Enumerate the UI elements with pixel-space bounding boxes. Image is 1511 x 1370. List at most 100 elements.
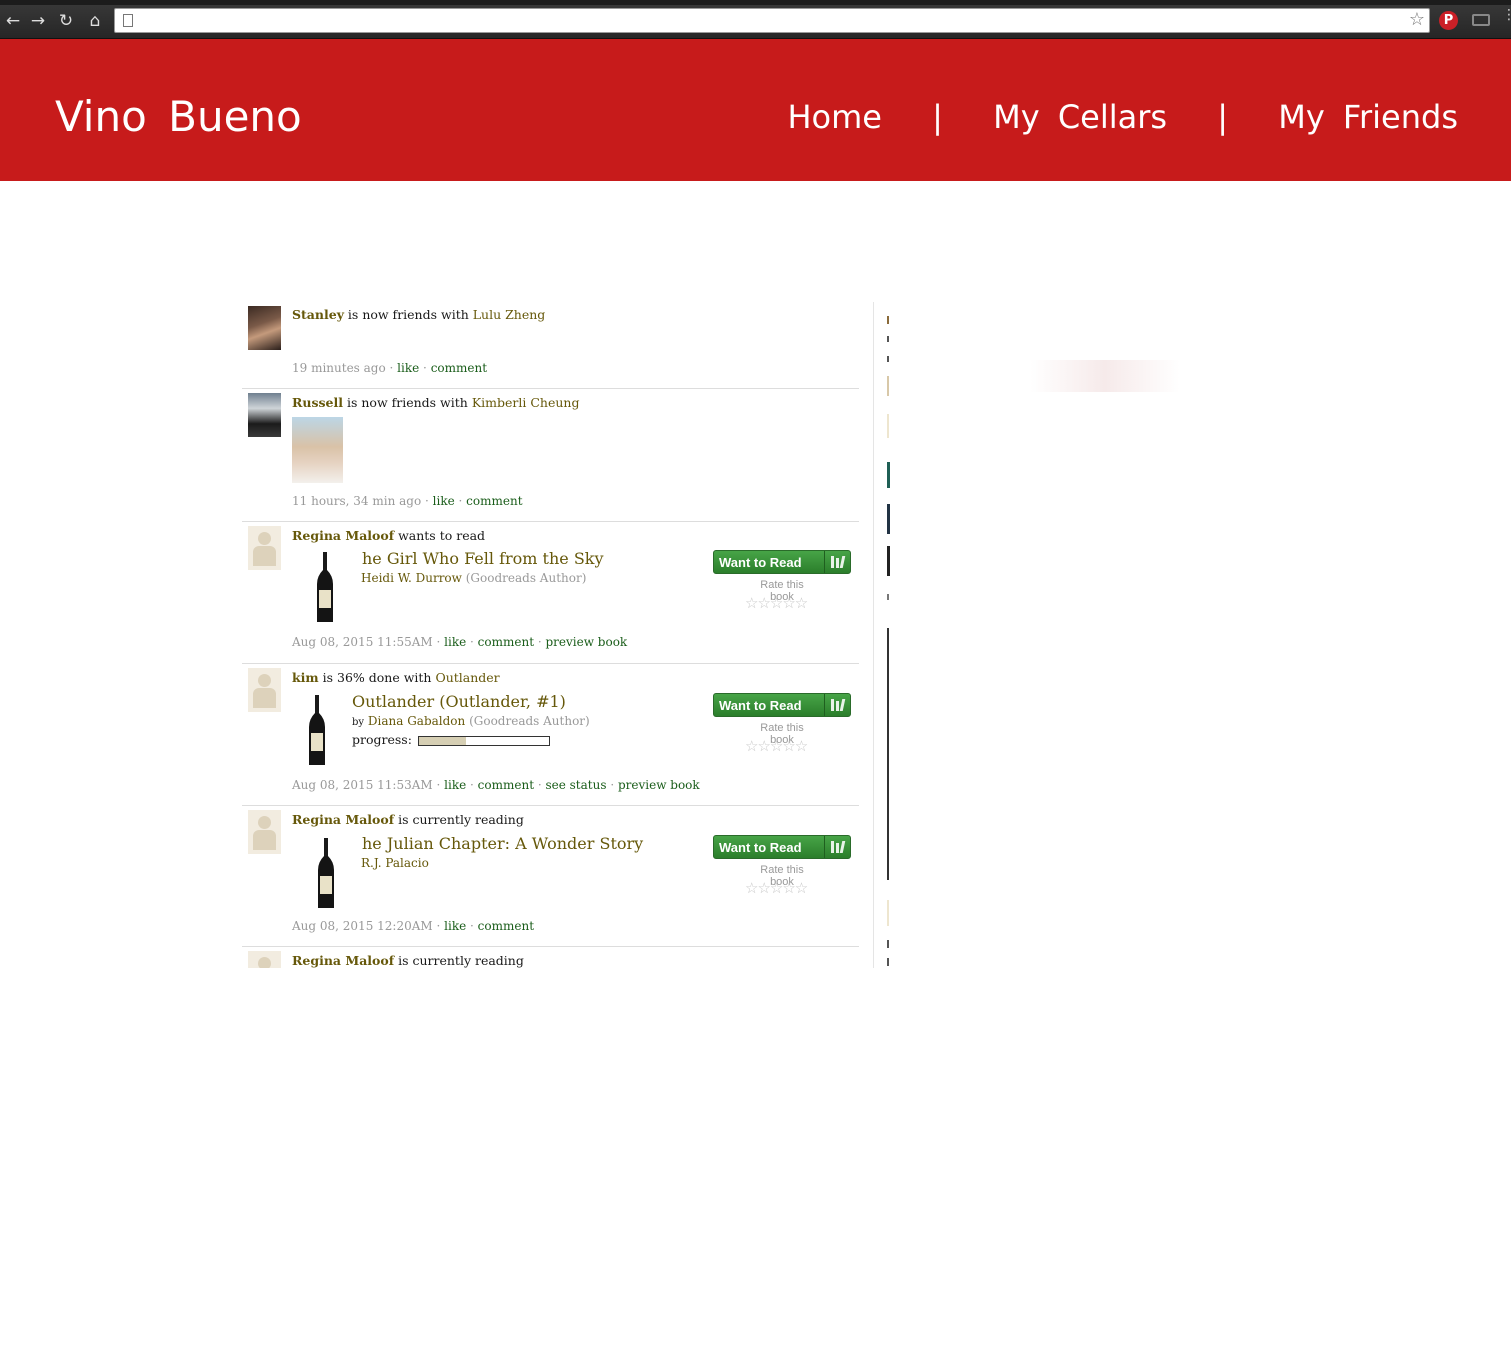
book-title-link[interactable]: he Girl Who Fell from the Sky — [362, 549, 604, 568]
like-link[interactable]: like — [444, 778, 466, 792]
author-link[interactable]: Heidi W. Durrow — [361, 571, 462, 585]
activity-feed: Stanley is now friends with Lulu Zheng 1… — [242, 302, 859, 968]
browser-toolbar: ← → ↻ ⌂ ☆ P ⋮ — [0, 0, 1511, 39]
star-rating[interactable]: ☆☆☆☆☆ — [745, 879, 808, 897]
feed-item-headline: Stanley is now friends with Lulu Zheng — [292, 307, 545, 322]
want-to-read-button[interactable]: Want to Read — [713, 835, 851, 859]
friend-link[interactable]: Kimberli Cheung — [472, 395, 580, 410]
feed-item-headline: Regina Maloof wants to read — [292, 528, 485, 543]
author-role: (Goodreads Author) — [465, 571, 587, 585]
timestamp: 11 hours, 34 min ago — [292, 494, 422, 508]
user-link[interactable]: Regina Maloof — [292, 528, 394, 543]
cast-icon[interactable] — [1472, 14, 1490, 26]
book-byline: Heidi W. Durrow (Goodreads Author) — [361, 571, 586, 585]
see-status-link[interactable]: see status — [545, 778, 606, 792]
author-link[interactable]: R.J. Palacio — [361, 856, 429, 870]
feed-item: Regina Maloof is currently reading he Ju… — [242, 806, 859, 947]
progress-label: progress: — [352, 732, 412, 747]
site-header: Vino Bueno Home | My Cellars | My Friend… — [0, 39, 1511, 181]
timestamp: 19 minutes ago — [292, 361, 386, 375]
book-title-link[interactable]: he Julian Chapter: A Wonder Story — [362, 834, 643, 853]
feed-item: Regina Maloof wants to read he Girl Who … — [242, 522, 859, 664]
reading-progress: progress: — [352, 732, 550, 747]
preview-book-link[interactable]: preview book — [618, 778, 700, 792]
address-bar[interactable]: ☆ — [114, 8, 1430, 33]
feed-item-meta: Aug 08, 2015 11:55AM · like · comment · … — [292, 635, 628, 649]
feed-item-headline: kim is 36% done with Outlander — [292, 670, 500, 685]
want-to-read-button[interactable]: Want to Read — [713, 550, 851, 574]
feed-item-meta: 19 minutes ago · like · comment — [292, 361, 488, 375]
feed-item-headline: Regina Maloof is currently reading — [292, 812, 524, 827]
home-icon[interactable]: ⌂ — [84, 10, 106, 32]
friend-link[interactable]: Lulu Zheng — [473, 307, 546, 322]
feed-item-meta: Aug 08, 2015 11:53AM · like · comment · … — [292, 778, 700, 792]
comment-link[interactable]: comment — [431, 361, 487, 375]
comment-link[interactable]: comment — [466, 494, 522, 508]
progress-fill — [418, 736, 466, 745]
feed-item: Russell is now friends with Kimberli Che… — [242, 389, 859, 522]
page-icon — [123, 14, 133, 27]
star-rating[interactable]: ☆☆☆☆☆ — [745, 737, 808, 755]
book-byline: R.J. Palacio — [361, 856, 429, 870]
user-link[interactable]: Russell — [292, 395, 343, 410]
feed-item-headline: Russell is now friends with Kimberli Che… — [292, 395, 579, 410]
tab-strip — [0, 0, 1511, 5]
column-divider — [873, 302, 874, 968]
book-link[interactable]: Outlander — [435, 670, 499, 685]
pinterest-icon[interactable]: P — [1439, 11, 1458, 30]
avatar[interactable] — [248, 526, 281, 570]
avatar[interactable] — [248, 393, 281, 437]
top-nav: Home | My Cellars | My Friends — [787, 97, 1458, 137]
comment-link[interactable]: comment — [478, 635, 534, 649]
feed-item-headline: Regina Maloof is currently reading — [292, 953, 524, 968]
wine-bottle-image[interactable] — [315, 552, 335, 624]
nav-my-friends[interactable]: My Friends — [1278, 98, 1458, 136]
want-to-read-button[interactable]: Want to Read — [713, 693, 851, 717]
feed-item-meta: Aug 08, 2015 12:20AM · like · comment — [292, 919, 535, 933]
avatar[interactable] — [248, 951, 281, 968]
feed-item: kim is 36% done with Outlander Outlander… — [242, 664, 859, 806]
action-text: is 36% done with — [318, 670, 436, 685]
timestamp: Aug 08, 2015 11:55AM — [292, 635, 433, 649]
feed-item-meta: 11 hours, 34 min ago · like · comment — [292, 494, 523, 508]
shelf-icon[interactable] — [831, 556, 846, 568]
book-title-link[interactable]: Outlander (Outlander, #1) — [352, 692, 566, 711]
avatar[interactable] — [248, 306, 281, 350]
menu-icon[interactable]: ⋮ — [1502, 8, 1511, 28]
back-icon[interactable]: ← — [2, 10, 24, 32]
preview-book-link[interactable]: preview book — [545, 635, 627, 649]
brand-logo[interactable]: Vino Bueno — [55, 91, 302, 143]
author-link[interactable]: Diana Gabaldon — [368, 714, 465, 728]
like-link[interactable]: like — [433, 494, 455, 508]
avatar[interactable] — [248, 810, 281, 854]
wine-bottle-image[interactable] — [307, 695, 327, 767]
nav-separator: | — [1217, 98, 1229, 136]
like-link[interactable]: like — [444, 635, 466, 649]
progress-bar — [417, 735, 550, 746]
nav-my-cellars[interactable]: My Cellars — [993, 98, 1167, 136]
avatar[interactable] — [248, 668, 281, 712]
like-link[interactable]: like — [444, 919, 466, 933]
nav-home[interactable]: Home — [787, 98, 882, 136]
reload-icon[interactable]: ↻ — [55, 10, 77, 32]
forward-icon[interactable]: → — [27, 10, 49, 32]
user-link[interactable]: kim — [292, 670, 319, 685]
book-byline: by Diana Gabaldon (Goodreads Author) — [352, 714, 590, 728]
star-rating[interactable]: ☆☆☆☆☆ — [745, 594, 808, 612]
friend-photo[interactable] — [292, 417, 343, 483]
comment-link[interactable]: comment — [478, 778, 534, 792]
user-link[interactable]: Regina Maloof — [292, 812, 394, 827]
sidebar — [887, 302, 897, 968]
comment-link[interactable]: comment — [478, 919, 534, 933]
bookmark-star-icon[interactable]: ☆ — [1409, 9, 1425, 30]
timestamp: Aug 08, 2015 11:53AM — [292, 778, 433, 792]
action-text: is currently reading — [394, 953, 524, 968]
faded-image — [1030, 360, 1180, 392]
wine-bottle-image[interactable] — [316, 838, 336, 910]
shelf-icon[interactable] — [831, 699, 846, 711]
like-link[interactable]: like — [397, 361, 419, 375]
user-link[interactable]: Stanley — [292, 307, 344, 322]
shelf-icon[interactable] — [831, 841, 846, 853]
user-link[interactable]: Regina Maloof — [292, 953, 394, 968]
action-text: is now friends with — [343, 395, 472, 410]
